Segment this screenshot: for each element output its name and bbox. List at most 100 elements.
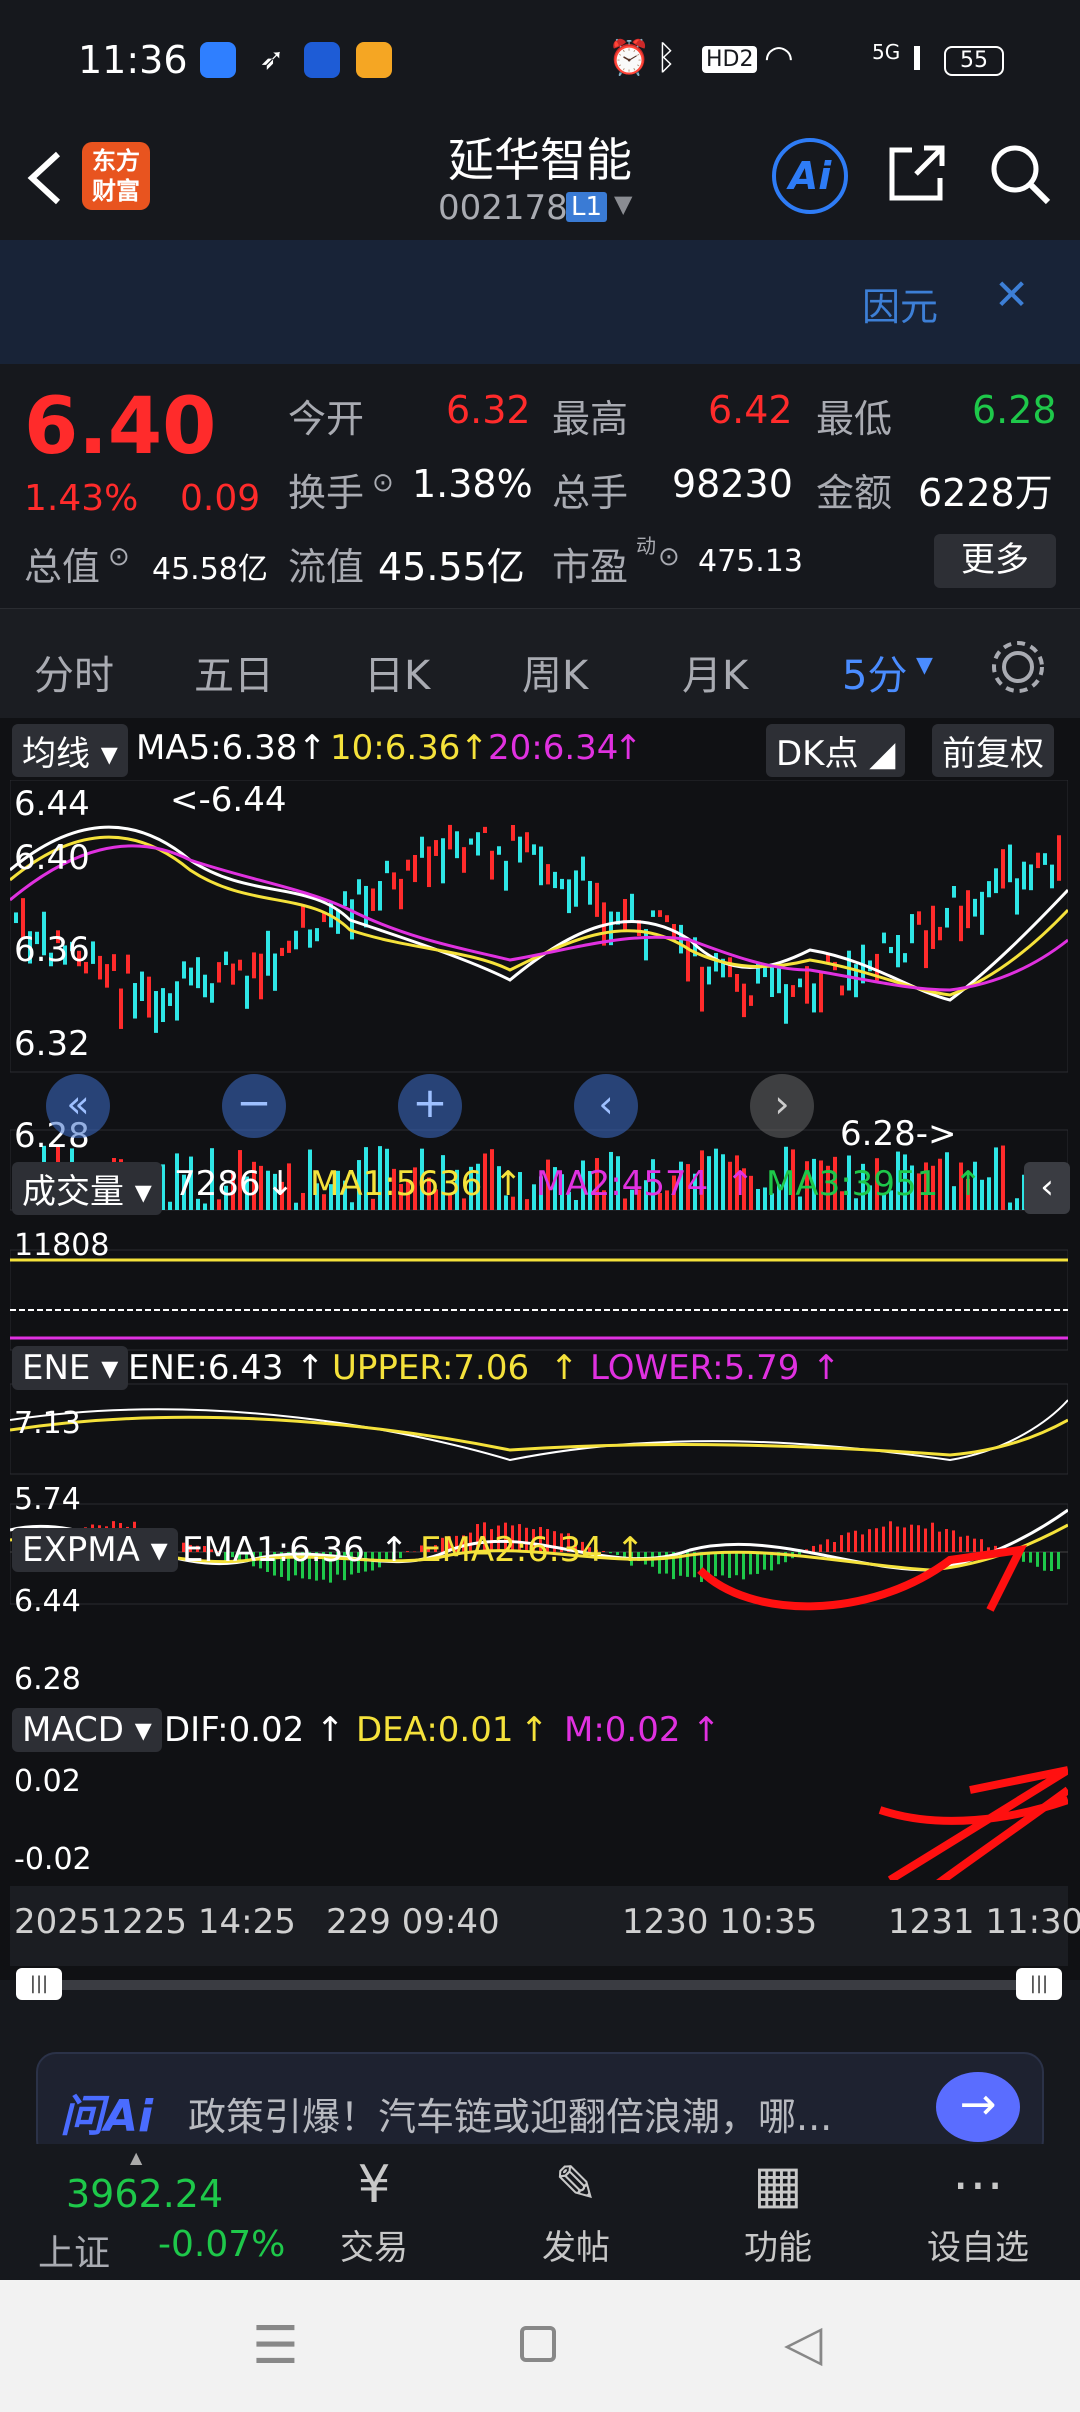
ai-prompt-text: 政策引爆！汽车链或迎翻倍浪潮，哪... [188, 2095, 833, 2139]
adjust-button[interactable]: 前复权 [932, 724, 1054, 777]
candle [504, 860, 508, 891]
candle [280, 947, 284, 956]
candle [147, 976, 151, 1018]
scroll-left-icon[interactable]: ‹ [574, 1074, 638, 1138]
expand-icon[interactable]: ▲ [130, 2148, 142, 2167]
search-icon[interactable] [988, 142, 1052, 206]
candle [1022, 861, 1026, 890]
ai-icon[interactable]: Ai [772, 138, 848, 214]
collapse-icon[interactable]: ‹ [1024, 1162, 1070, 1214]
back-nav-icon[interactable]: ◁ [784, 2314, 822, 2372]
wifi-icon: ◠ [764, 38, 794, 78]
candle [819, 971, 823, 1013]
chevron-down-icon[interactable]: ▼ [916, 653, 933, 678]
macd-y-bottom: -0.02 [14, 1842, 92, 1877]
tab-monthly[interactable]: 月K [682, 643, 748, 701]
volume-bar [294, 1202, 298, 1210]
macd-bar [973, 1538, 976, 1552]
candle [896, 934, 900, 968]
expma-y-top: 6.44 [14, 1584, 81, 1619]
macd-bar [924, 1528, 927, 1552]
close-icon[interactable]: ✕ [994, 270, 1029, 319]
scroll-right-icon[interactable]: › [750, 1074, 814, 1138]
candle [784, 984, 788, 1024]
candle [749, 995, 753, 1006]
ma5-value: MA5:6.38 [136, 728, 298, 768]
macd-selector[interactable]: MACD ▾ [12, 1708, 162, 1752]
candle [959, 905, 963, 942]
turnover-value: 1.38% [412, 462, 533, 506]
macd-bar [756, 1552, 759, 1574]
range-handle-left[interactable]: ||| [16, 1968, 62, 2000]
index-change[interactable]: -0.07% [158, 2224, 285, 2265]
pe-sup: 动 [636, 534, 656, 558]
ene-selector[interactable]: ENE ▾ [12, 1346, 129, 1390]
arrow-right-icon[interactable]: → [936, 2072, 1020, 2142]
volume-bar [756, 1188, 760, 1210]
tab-weekly[interactable]: 周K [522, 643, 588, 701]
tab-intraday[interactable]: 分时 [34, 643, 114, 701]
arrow-up-icon: ↑ [726, 1164, 755, 1204]
zoom-in-icon[interactable]: + [398, 1074, 462, 1138]
last-price: 6.40 [24, 382, 217, 472]
info-icon[interactable]: ⊙ [372, 468, 394, 498]
candle [196, 957, 200, 989]
volume-bar [301, 1192, 305, 1210]
zoom-out-icon[interactable]: − [222, 1074, 286, 1138]
scroll-left-fast-icon[interactable]: « [46, 1074, 110, 1138]
home-icon[interactable] [520, 2326, 556, 2362]
candle [413, 854, 417, 883]
share-icon[interactable] [886, 142, 948, 204]
ma10-value: 10:6.36 [330, 728, 461, 768]
candle [343, 891, 347, 907]
more-button[interactable]: 更多 [934, 534, 1056, 588]
candle [378, 881, 382, 911]
macd-bar [840, 1535, 843, 1552]
candle [161, 988, 165, 1023]
chevron-down-icon[interactable]: ▼ [614, 190, 632, 218]
tab-5min[interactable]: 5分 [842, 643, 907, 701]
macd-bar [910, 1524, 913, 1552]
range-scrollbar[interactable] [18, 1980, 1062, 1990]
macd-bar [980, 1539, 983, 1552]
ene-upper: UPPER:7.06 [332, 1348, 530, 1388]
macd-bar [609, 1552, 612, 1554]
tab-daily[interactable]: 日K [364, 643, 430, 701]
volume-selector[interactable]: 成交量 ▾ [12, 1162, 162, 1215]
macd-bar [735, 1552, 738, 1576]
info-icon[interactable]: ⊙ [658, 542, 680, 572]
index-name[interactable]: 上证 [38, 2224, 110, 2276]
candle [651, 910, 655, 917]
tab-five-day[interactable]: 五日 [194, 643, 274, 701]
ene-y-bottom: 5.74 [14, 1482, 81, 1517]
menu-icon[interactable]: ☰ [252, 2316, 299, 2376]
kline-chart-area[interactable]: 均线 ▾ MA5:6.38 ↑ 10:6.36 ↑ 20:6.34 ↑ DK点 … [0, 718, 1080, 2000]
index-value[interactable]: 3962.24 [66, 2172, 223, 2216]
level-badge[interactable]: L1 [566, 192, 608, 222]
fish-app-icon [304, 42, 340, 78]
dk-points-button[interactable]: DK点 ◢ [766, 724, 906, 777]
info-icon[interactable]: ⊙ [108, 542, 130, 572]
candle [812, 983, 816, 1013]
nav-trade[interactable]: ¥ 交易 [314, 2150, 434, 2269]
candle [455, 831, 459, 859]
nav-add-watchlist[interactable]: ⋯ 设自选 [918, 2150, 1038, 2269]
expma-selector[interactable]: EXPMA ▾ [12, 1528, 178, 1572]
volume-bar [203, 1203, 207, 1210]
nav-functions[interactable]: ▦ 功能 [718, 2150, 838, 2269]
candle [119, 988, 123, 1029]
volume-bar [1015, 1198, 1019, 1210]
range-handle-right[interactable]: ||| [1016, 1968, 1062, 2000]
candle [1043, 853, 1047, 865]
float-value: 45.55亿 [378, 545, 525, 589]
ma-selector[interactable]: 均线 ▾ [12, 724, 128, 777]
promo-banner[interactable]: 因元 ✕ [0, 240, 1080, 364]
candle [1015, 878, 1019, 915]
candle [588, 880, 592, 905]
arrow-up-icon: ↑ [296, 1348, 325, 1388]
macd-bar [896, 1526, 899, 1552]
nav-post[interactable]: ✎ 发帖 [516, 2150, 636, 2269]
candle [154, 991, 158, 1033]
gear-icon[interactable] [990, 639, 1046, 695]
macd-bar [714, 1552, 717, 1577]
